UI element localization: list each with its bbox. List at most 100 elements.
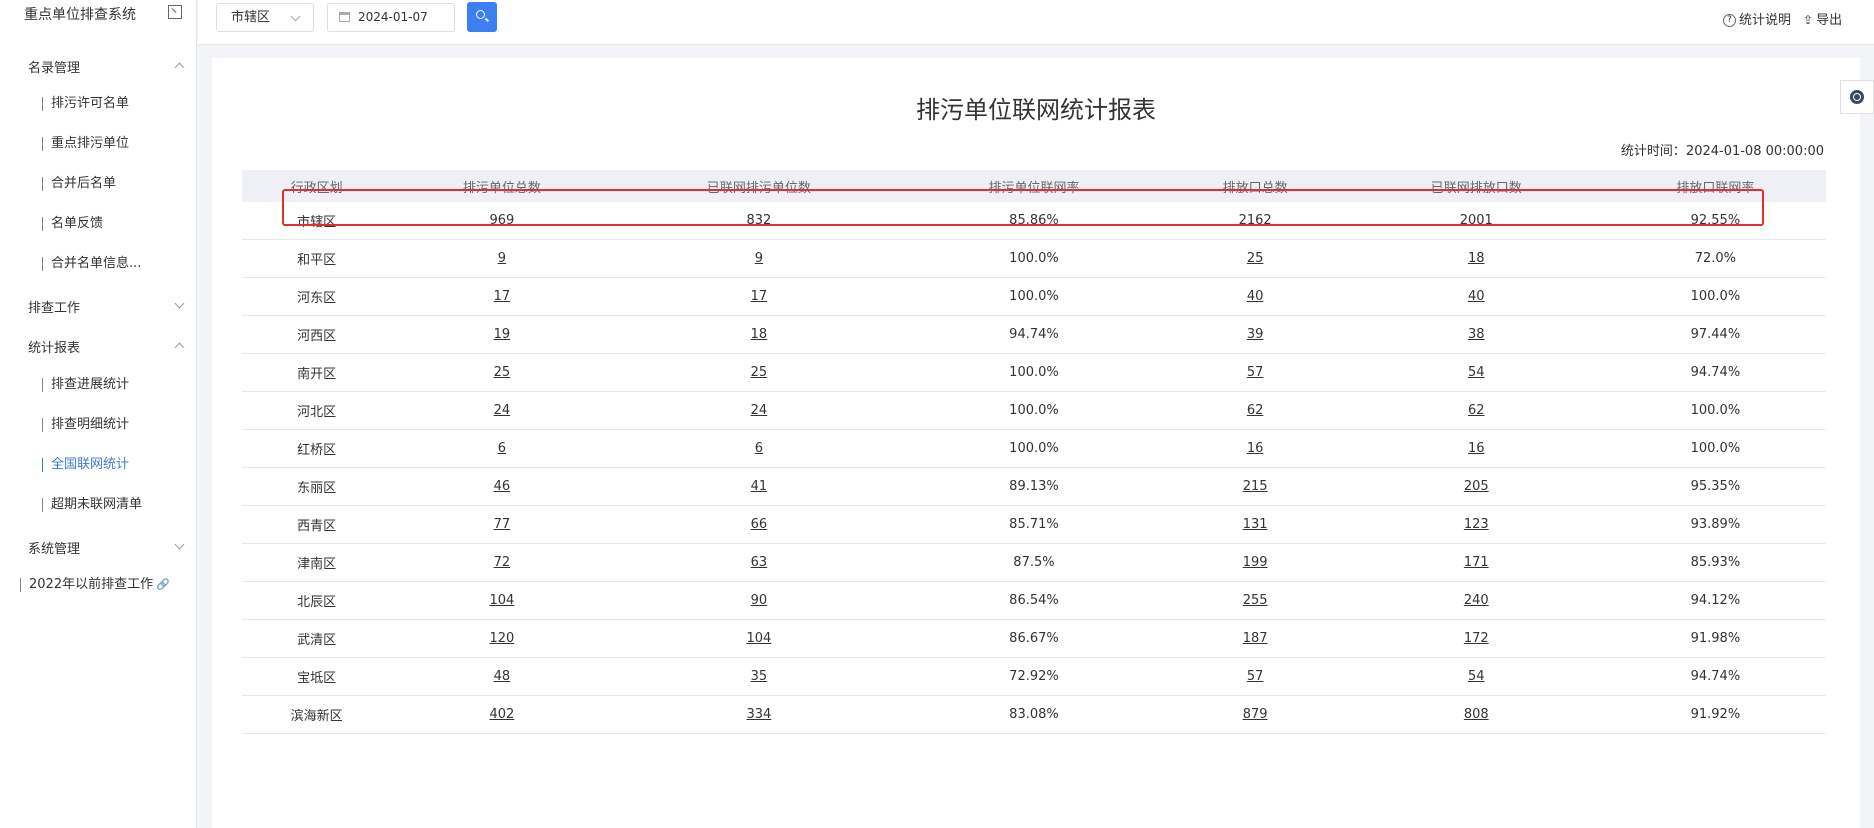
menu-group-reports[interactable]: 统计报表	[28, 337, 80, 356]
collapse-sidebar-icon[interactable]	[168, 5, 182, 19]
export-button[interactable]: ⇪ 导出	[1803, 9, 1842, 28]
cell-link[interactable]: 25	[751, 365, 768, 380]
cell-link[interactable]: 240	[1464, 593, 1489, 608]
cell-link[interactable]: 2162	[1239, 213, 1272, 228]
cell-link[interactable]: 48	[494, 669, 511, 684]
menu-item-overdue-list[interactable]: 超期未联网清单	[42, 498, 142, 512]
chevron-down-icon	[174, 298, 185, 309]
cell-link[interactable]: 6	[498, 441, 506, 456]
menu-item-merged-list[interactable]: 合并后名单	[42, 177, 116, 191]
table-row: 和平区 9 9 100.0% 25 18 72.0%	[242, 239, 1826, 278]
cell-link[interactable]: 123	[1464, 517, 1489, 532]
cell-link[interactable]: 62	[1468, 403, 1485, 418]
cell-link[interactable]: 77	[494, 517, 511, 532]
table-cell: 94.74%	[1604, 353, 1826, 392]
cell-link[interactable]: 17	[751, 289, 768, 304]
table-header-row: 行政区划 排污单位总数 已联网排污单位数 排污单位联网率 排放口总数 已联网排放…	[242, 170, 1826, 202]
cell-link[interactable]: 57	[1247, 365, 1264, 380]
menu-item-key-units[interactable]: 重点排污单位	[42, 137, 129, 151]
cell-link[interactable]: 9	[498, 251, 506, 266]
column-header: 已联网排放口数	[1347, 170, 1605, 202]
cell-link[interactable]: 120	[489, 631, 514, 646]
cell-link[interactable]: 199	[1243, 555, 1268, 570]
cell-link[interactable]: 57	[1247, 669, 1264, 684]
cell-link[interactable]: 6	[755, 441, 763, 456]
cell-link[interactable]: 54	[1468, 365, 1485, 380]
cell-link[interactable]: 2001	[1460, 213, 1493, 228]
floating-widget[interactable]	[1840, 80, 1874, 114]
toolbar: 市辖区 2024-01-07 ? 统计说明 ⇪ 导出	[198, 0, 1874, 45]
cell-link[interactable]: 41	[751, 479, 768, 494]
district-select[interactable]: 市辖区	[216, 3, 314, 32]
date-picker[interactable]: 2024-01-07	[327, 3, 455, 32]
menu-group-system[interactable]: 系统管理	[28, 538, 80, 557]
cell-link[interactable]: 172	[1464, 631, 1489, 646]
menu-group-roster[interactable]: 名录管理	[28, 57, 80, 76]
cell-link[interactable]: 104	[747, 631, 772, 646]
cell-link[interactable]: 63	[751, 555, 768, 570]
cell-link[interactable]: 9	[755, 251, 763, 266]
cell-link[interactable]: 16	[1468, 441, 1485, 456]
cell-link[interactable]: 18	[751, 327, 768, 342]
cell-link[interactable]: 62	[1247, 403, 1264, 418]
table-cell: 18	[1347, 239, 1605, 278]
table-cell: 100.0%	[905, 353, 1163, 392]
cell-link[interactable]: 879	[1243, 707, 1268, 722]
cell-link[interactable]: 402	[489, 707, 514, 722]
table-cell: 62	[1162, 391, 1348, 430]
menu-item-list-feedback[interactable]: 名单反馈	[42, 217, 103, 231]
cell-link[interactable]: 832	[747, 213, 772, 228]
calendar-icon	[339, 12, 350, 22]
cell-link[interactable]: 66	[751, 517, 768, 532]
legacy-inspection-link[interactable]: 2022年以前排查工作 🔗	[20, 578, 170, 592]
table-cell: 87.5%	[905, 543, 1163, 582]
table-cell: 25	[391, 353, 613, 392]
cell-link[interactable]: 38	[1468, 327, 1485, 342]
cell-link[interactable]: 24	[751, 403, 768, 418]
cell-link[interactable]: 46	[494, 479, 511, 494]
search-button[interactable]	[467, 2, 497, 32]
table-cell: 津南区	[242, 543, 392, 582]
report-panel: 排污单位联网统计报表 统计时间：2024-01-08 00:00:00 行政区划…	[212, 58, 1860, 828]
table-cell: 104	[612, 619, 906, 658]
table-row: 西青区 77 66 85.71% 131 123 93.89%	[242, 505, 1826, 544]
cell-link[interactable]: 255	[1243, 593, 1268, 608]
cell-link[interactable]: 808	[1464, 707, 1489, 722]
cell-link[interactable]: 19	[494, 327, 511, 342]
cell-link[interactable]: 17	[494, 289, 511, 304]
cell-link[interactable]: 54	[1468, 669, 1485, 684]
cell-link[interactable]: 40	[1247, 289, 1264, 304]
menu-item-network-stats[interactable]: 全国联网统计	[42, 458, 129, 472]
cell-link[interactable]: 969	[489, 213, 514, 228]
column-header: 行政区划	[242, 170, 392, 202]
menu-group-inspection[interactable]: 排查工作	[28, 297, 80, 316]
cell-link[interactable]: 72	[494, 555, 511, 570]
table-row: 北辰区 104 90 86.54% 255 240 94.12%	[242, 581, 1826, 620]
cell-link[interactable]: 35	[751, 669, 768, 684]
cell-link[interactable]: 104	[489, 593, 514, 608]
help-button[interactable]: ? 统计说明	[1723, 9, 1791, 28]
cell-link[interactable]: 205	[1464, 479, 1489, 494]
table-cell: 104	[391, 581, 613, 620]
table-cell: 17	[612, 277, 906, 316]
cell-link[interactable]: 187	[1243, 631, 1268, 646]
cell-link[interactable]: 334	[747, 707, 772, 722]
menu-item-merged-info[interactable]: 合并名单信息...	[42, 257, 141, 271]
table-cell: 18	[612, 315, 906, 354]
cell-link[interactable]: 16	[1247, 441, 1264, 456]
cell-link[interactable]: 39	[1247, 327, 1264, 342]
table-cell: 215	[1162, 467, 1348, 506]
cell-link[interactable]: 25	[494, 365, 511, 380]
cell-link[interactable]: 24	[494, 403, 511, 418]
table-cell: 40	[1347, 277, 1605, 316]
cell-link[interactable]: 18	[1468, 251, 1485, 266]
cell-link[interactable]: 171	[1464, 555, 1489, 570]
cell-link[interactable]: 90	[751, 593, 768, 608]
menu-item-detail-stats[interactable]: 排查明细统计	[42, 418, 129, 432]
cell-link[interactable]: 215	[1243, 479, 1268, 494]
menu-item-permit-list[interactable]: 排污许可名单	[42, 97, 129, 111]
menu-item-progress-stats[interactable]: 排查进展统计	[42, 378, 129, 392]
cell-link[interactable]: 25	[1247, 251, 1264, 266]
cell-link[interactable]: 40	[1468, 289, 1485, 304]
cell-link[interactable]: 131	[1243, 517, 1268, 532]
